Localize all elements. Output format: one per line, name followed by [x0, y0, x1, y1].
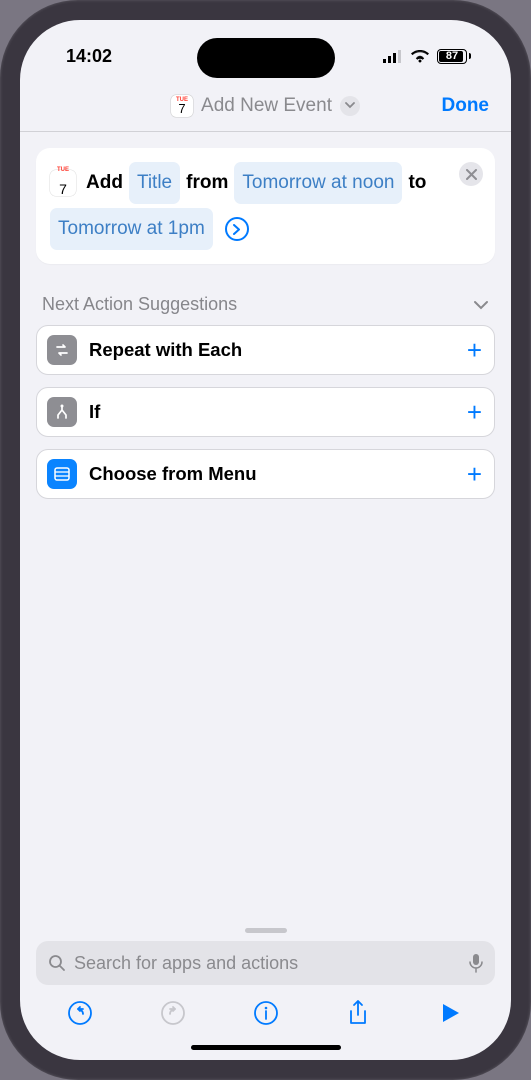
action-summary: TUE 7 Add Title from Tomorrow at noon to…	[50, 162, 481, 250]
end-date-parameter[interactable]: Tomorrow at 1pm	[50, 208, 213, 250]
chevron-down-icon	[473, 300, 489, 310]
share-button[interactable]	[340, 995, 376, 1031]
phone-frame: 14:02 87 TUE 7 Add New	[0, 0, 531, 1080]
suggestion-choose-from-menu[interactable]: Choose from Menu +	[36, 449, 495, 499]
search-icon	[48, 954, 66, 972]
branch-icon	[47, 397, 77, 427]
add-suggestion-button[interactable]: +	[467, 397, 482, 428]
suggestion-label: Repeat with Each	[89, 339, 455, 361]
suggestion-if[interactable]: If +	[36, 387, 495, 437]
add-suggestion-button[interactable]: +	[467, 335, 482, 366]
title-parameter[interactable]: Title	[129, 162, 180, 204]
done-button[interactable]: Done	[442, 95, 490, 117]
status-time: 14:02	[66, 46, 112, 67]
undo-button[interactable]	[62, 995, 98, 1031]
chevron-down-icon	[340, 96, 360, 116]
search-input[interactable]	[74, 953, 461, 974]
start-date-parameter[interactable]: Tomorrow at noon	[234, 162, 402, 204]
show-more-button[interactable]	[225, 217, 249, 241]
redo-button	[155, 995, 191, 1031]
action-card-add-event[interactable]: TUE 7 Add Title from Tomorrow at noon to…	[36, 148, 495, 264]
chevron-right-icon	[232, 224, 241, 235]
shortcut-title: Add New Event	[201, 95, 332, 117]
redo-icon	[160, 1000, 186, 1026]
search-bar[interactable]	[36, 941, 495, 985]
action-word-to: to	[408, 164, 426, 202]
suggestions-title: Next Action Suggestions	[42, 294, 237, 315]
action-word-add: Add	[86, 164, 123, 202]
suggestion-repeat-with-each[interactable]: Repeat with Each +	[36, 325, 495, 375]
shortcut-title-button[interactable]: TUE 7 Add New Event	[171, 95, 360, 117]
cellular-icon	[383, 50, 403, 63]
nav-bar: TUE 7 Add New Event Done	[20, 80, 511, 132]
battery-icon: 87	[437, 49, 471, 64]
menu-icon	[47, 459, 77, 489]
add-suggestion-button[interactable]: +	[467, 459, 482, 490]
toolbar	[36, 985, 495, 1041]
info-button[interactable]	[248, 995, 284, 1031]
undo-icon	[67, 1000, 93, 1026]
home-indicator[interactable]	[191, 1045, 341, 1050]
repeat-icon	[47, 335, 77, 365]
suggestions-header[interactable]: Next Action Suggestions	[42, 294, 489, 315]
play-icon	[441, 1002, 461, 1024]
screen: 14:02 87 TUE 7 Add New	[20, 20, 511, 1060]
suggestion-label: Choose from Menu	[89, 463, 455, 485]
run-button[interactable]	[433, 995, 469, 1031]
dynamic-island	[197, 38, 335, 78]
share-icon	[347, 999, 369, 1027]
content-area: TUE 7 Add Title from Tomorrow at noon to…	[20, 132, 511, 922]
action-word-from: from	[186, 164, 228, 202]
status-right: 87	[383, 49, 471, 64]
calendar-app-icon: TUE 7	[50, 170, 76, 196]
sheet-grabber[interactable]	[245, 928, 287, 933]
wifi-icon	[410, 49, 430, 63]
calendar-app-icon: TUE 7	[171, 95, 193, 117]
delete-action-button[interactable]	[459, 162, 483, 186]
close-icon	[466, 169, 477, 180]
mic-icon[interactable]	[469, 953, 483, 973]
info-icon	[253, 1000, 279, 1026]
suggestion-label: If	[89, 401, 455, 423]
bottom-sheet	[20, 922, 511, 1060]
